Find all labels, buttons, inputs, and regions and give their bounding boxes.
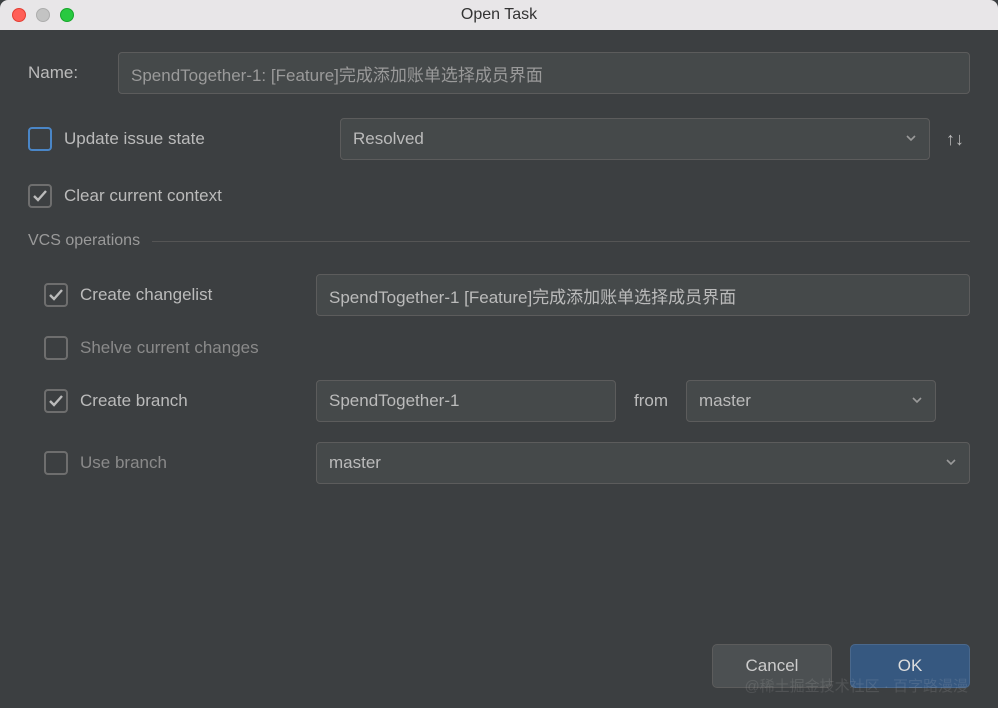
shelve-label: Shelve current changes [80, 338, 259, 358]
name-row: Name: [28, 52, 970, 94]
create-changelist-checkbox[interactable] [44, 283, 68, 307]
vcs-legend: VCS operations [28, 232, 152, 250]
clear-context-checkbox[interactable] [28, 184, 52, 208]
create-branch-input[interactable] [316, 380, 616, 422]
use-branch-select[interactable]: master [316, 442, 970, 484]
dialog-footer: Cancel OK [712, 644, 970, 688]
vcs-group: VCS operations Create changelist Shelve … [28, 232, 970, 504]
window-title: Open Task [0, 6, 998, 24]
from-label: from [634, 391, 668, 411]
chevron-down-icon [911, 391, 923, 411]
use-branch-value: master [329, 453, 381, 473]
use-branch-checkbox[interactable] [44, 451, 68, 475]
clear-context-label: Clear current context [64, 186, 222, 206]
update-issue-checkbox[interactable] [28, 127, 52, 151]
create-branch-checkbox[interactable] [44, 389, 68, 413]
changelist-input[interactable] [316, 274, 970, 316]
cancel-button[interactable]: Cancel [712, 644, 832, 688]
titlebar: Open Task [0, 0, 998, 30]
dialog-content: Name: Update issue state Resolved ↑↓ Cle… [0, 30, 998, 522]
from-branch-value: master [699, 391, 751, 411]
create-branch-label: Create branch [80, 391, 188, 411]
issue-state-value: Resolved [353, 129, 424, 149]
name-label: Name: [28, 63, 118, 83]
use-branch-label: Use branch [80, 453, 167, 473]
shelve-row: Shelve current changes [44, 336, 970, 360]
create-branch-row: Create branch from master [44, 380, 970, 422]
issue-state-select[interactable]: Resolved [340, 118, 930, 160]
update-issue-label: Update issue state [64, 129, 205, 149]
create-changelist-label: Create changelist [80, 285, 212, 305]
sort-icon[interactable]: ↑↓ [940, 129, 970, 150]
chevron-down-icon [905, 129, 917, 149]
use-branch-row: Use branch master [44, 442, 970, 484]
clear-context-row: Clear current context [28, 184, 970, 208]
shelve-checkbox[interactable] [44, 336, 68, 360]
from-branch-select[interactable]: master [686, 380, 936, 422]
chevron-down-icon [945, 453, 957, 473]
ok-button[interactable]: OK [850, 644, 970, 688]
changelist-row: Create changelist [44, 274, 970, 316]
update-issue-row: Update issue state Resolved ↑↓ [28, 118, 970, 160]
name-input[interactable] [118, 52, 970, 94]
